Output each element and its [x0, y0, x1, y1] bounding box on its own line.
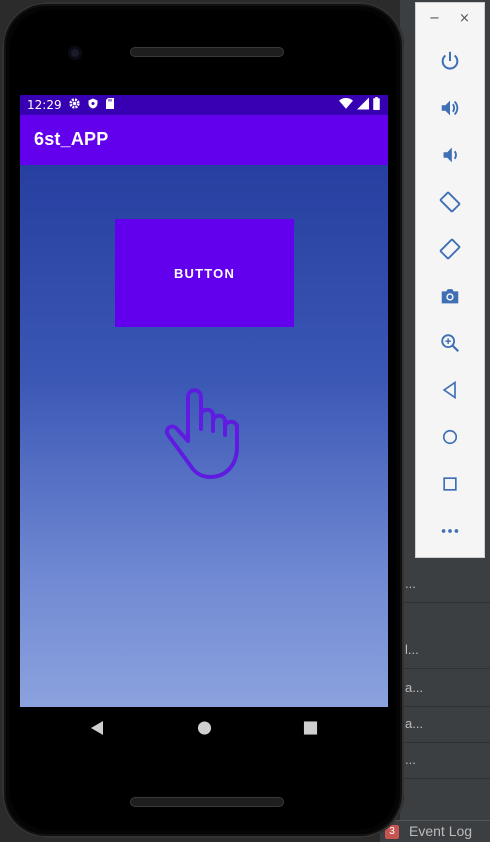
rotate-left-icon[interactable]: [435, 187, 465, 217]
back-icon[interactable]: [435, 375, 465, 405]
power-icon[interactable]: [435, 46, 465, 76]
zoom-icon[interactable]: [435, 328, 465, 358]
back-icon[interactable]: [90, 720, 104, 740]
home-icon[interactable]: [197, 720, 212, 740]
status-bar: 12:29: [20, 95, 388, 115]
main-content: BUTTON: [20, 165, 388, 707]
ide-list-item[interactable]: ...: [400, 742, 490, 779]
shield-icon: [87, 97, 99, 113]
volume-down-icon[interactable]: [435, 140, 465, 170]
front-camera: [68, 46, 82, 60]
ide-list-item[interactable]: a...: [400, 706, 490, 743]
signal-icon: [357, 97, 369, 113]
camera-icon[interactable]: [435, 281, 465, 311]
ide-list-item[interactable]: l...: [400, 632, 490, 669]
home-icon[interactable]: [435, 422, 465, 452]
rotate-right-icon[interactable]: [435, 234, 465, 264]
top-speaker: [130, 47, 284, 57]
status-time: 12:29: [27, 98, 62, 112]
close-button[interactable]: ×: [459, 11, 470, 26]
ide-list-item[interactable]: a...: [400, 670, 490, 707]
emulator-toolbar: − ×: [415, 2, 485, 558]
system-nav-bar: [20, 707, 388, 751]
event-log-tab[interactable]: 3 Event Log: [380, 820, 490, 842]
main-button[interactable]: BUTTON: [115, 219, 294, 327]
wifi-icon: [339, 97, 353, 113]
event-log-label: Event Log: [409, 823, 473, 839]
app-bar: 6st_APP: [20, 115, 388, 165]
sd-card-icon: [105, 97, 115, 113]
overview-icon[interactable]: [435, 469, 465, 499]
battery-icon: [373, 97, 380, 113]
device-screen: 12:29 6st_APP BUTTON: [20, 95, 388, 707]
settings-icon: [68, 97, 81, 113]
ide-list-item[interactable]: ...: [400, 566, 490, 603]
app-title: 6st_APP: [34, 129, 109, 149]
minimize-button[interactable]: −: [429, 11, 440, 26]
bottom-speaker: [130, 797, 284, 807]
more-icon[interactable]: [435, 516, 465, 546]
volume-up-icon[interactable]: [435, 93, 465, 123]
recents-icon[interactable]: [303, 720, 318, 740]
hand-pointer-icon: [160, 385, 260, 489]
